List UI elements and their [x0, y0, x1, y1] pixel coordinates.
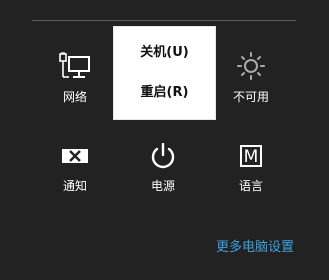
shutdown-menu-item[interactable]: 关机(U): [114, 41, 215, 65]
power-label: 电源: [150, 179, 175, 193]
brightness-sun-icon: [216, 52, 286, 84]
network-label: 网络: [62, 90, 87, 104]
language-glyph: M: [244, 147, 259, 167]
language-label: 语言: [238, 179, 263, 193]
network-monitor-icon: [40, 52, 110, 84]
notifications-off-icon: [40, 143, 110, 173]
brightness-label: 不可用: [232, 90, 269, 104]
more-pc-settings-link[interactable]: 更多电脑设置: [216, 236, 294, 255]
keyboard-language-icon: M: [216, 143, 286, 173]
notifications-tile[interactable]: 通知: [40, 143, 110, 193]
notifications-label: 通知: [62, 179, 87, 193]
restart-menu-item[interactable]: 重启(R): [114, 81, 215, 105]
power-icon: [128, 142, 198, 173]
brightness-tile[interactable]: 不可用: [216, 52, 286, 104]
language-tile[interactable]: M 语言: [216, 143, 286, 193]
power-tile[interactable]: 电源: [128, 142, 198, 193]
settings-charm-panel: 网络 不可用 通知 电源 M 语言 关机(U) 重启(R) 更多电脑设置: [0, 0, 329, 280]
network-tile[interactable]: 网络: [40, 52, 110, 104]
top-divider: [32, 20, 296, 21]
power-options-menu: 关机(U) 重启(R): [114, 27, 215, 119]
